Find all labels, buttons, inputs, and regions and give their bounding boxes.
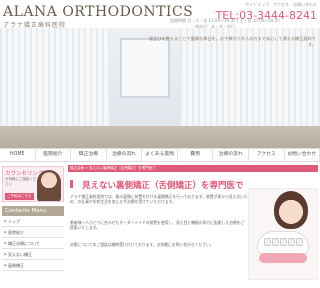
nav-faq[interactable]: よくある質問 [142, 149, 178, 161]
sidebar: カウンセリング予約 お気軽にご相談ください ご予約はこちら Contents M… [0, 164, 66, 288]
nav-treatment[interactable]: 矯正治療 [71, 149, 107, 161]
hero-copy: 歯並びを整えることで健康な毎日を。お子様から大人の方まで安心して通える矯正歯科で… [148, 36, 316, 47]
menu-item-treatment[interactable]: 矯正治療について [2, 238, 64, 249]
nav-access[interactable]: アクセス [249, 149, 285, 161]
counseling-button[interactable]: ご予約はこちら [5, 193, 34, 200]
tooth [280, 238, 287, 246]
tooth [296, 238, 303, 246]
nav-flow2[interactable]: 治療の流れ [213, 149, 249, 161]
menu-item-clinic[interactable]: 医院紹介 [2, 227, 64, 238]
title-marker-icon [70, 180, 80, 188]
menu-item-top[interactable]: トップ [2, 216, 64, 227]
body-paragraph-3: 治療についてのご相談は随時受け付けております。お気軽にお問い合わせください。 [70, 242, 214, 247]
floor-graphic [0, 126, 320, 148]
nav-fee[interactable]: 費用 [178, 149, 214, 161]
breadcrumb: 矯正治療 > 見えない裏側矯正（舌側矯正）を専門医で [68, 165, 318, 172]
page-title: 見えない裏側矯正（舌側矯正）を専門医で [82, 181, 244, 191]
staff-photo [37, 170, 61, 201]
top-links[interactable]: サイトマップ アクセス お問い合わせ [245, 2, 317, 8]
nav-home[interactable]: HOME [0, 149, 36, 161]
site-logo[interactable]: ALANA ORTHODONTICS [3, 4, 193, 20]
patient-face [274, 191, 308, 229]
menu-item-invisible[interactable]: 見えない矯正 [2, 249, 64, 260]
nav-clinic[interactable]: 医院紹介 [36, 149, 72, 161]
nav-contact[interactable]: お問い合わせ [285, 149, 320, 161]
counseling-subtitle: お気軽にご相談ください [5, 177, 37, 186]
dental-model [257, 231, 309, 255]
gum-graphic [259, 253, 307, 263]
main-content: 矯正治療 > 見えない裏側矯正（舌側矯正）を専門医で 見えない裏側矯正（舌側矯正… [68, 162, 320, 288]
main-nav: HOME 医院紹介 矯正治療 治療の流れ よくある質問 費用 治療の流れ アクセス お問い合わせ [0, 148, 320, 162]
body-paragraph-2: 患者様一人ひとりに合わせたオーダーメイドの装置を使用し、見た目と機能の両方に配慮… [70, 220, 245, 231]
body-paragraph-1: アラナ矯正歯科医院では、歯の裏側に装置を付ける裏側矯正を行っております。装置が表… [70, 194, 248, 205]
tooth [272, 238, 279, 246]
tooth [264, 238, 271, 246]
menu-item-lingual[interactable]: 裏側矯正 [2, 260, 64, 271]
contents-menu-heading: Contents Menu [2, 206, 64, 216]
treatment-photo [248, 188, 318, 280]
nav-flow[interactable]: 治療の流れ [107, 149, 143, 161]
counseling-banner[interactable]: カウンセリング予約 お気軽にご相談ください ご予約はこちら [2, 166, 64, 202]
hero-banner: 歯並びを整えることで健康な毎日を。お子様から大人の方まで安心して通える矯正歯科で… [0, 28, 320, 148]
tooth [288, 238, 295, 246]
site-header: ALANA ORTHODONTICS アラナ矯正歯科医院 サイトマップ アクセス… [0, 0, 320, 29]
